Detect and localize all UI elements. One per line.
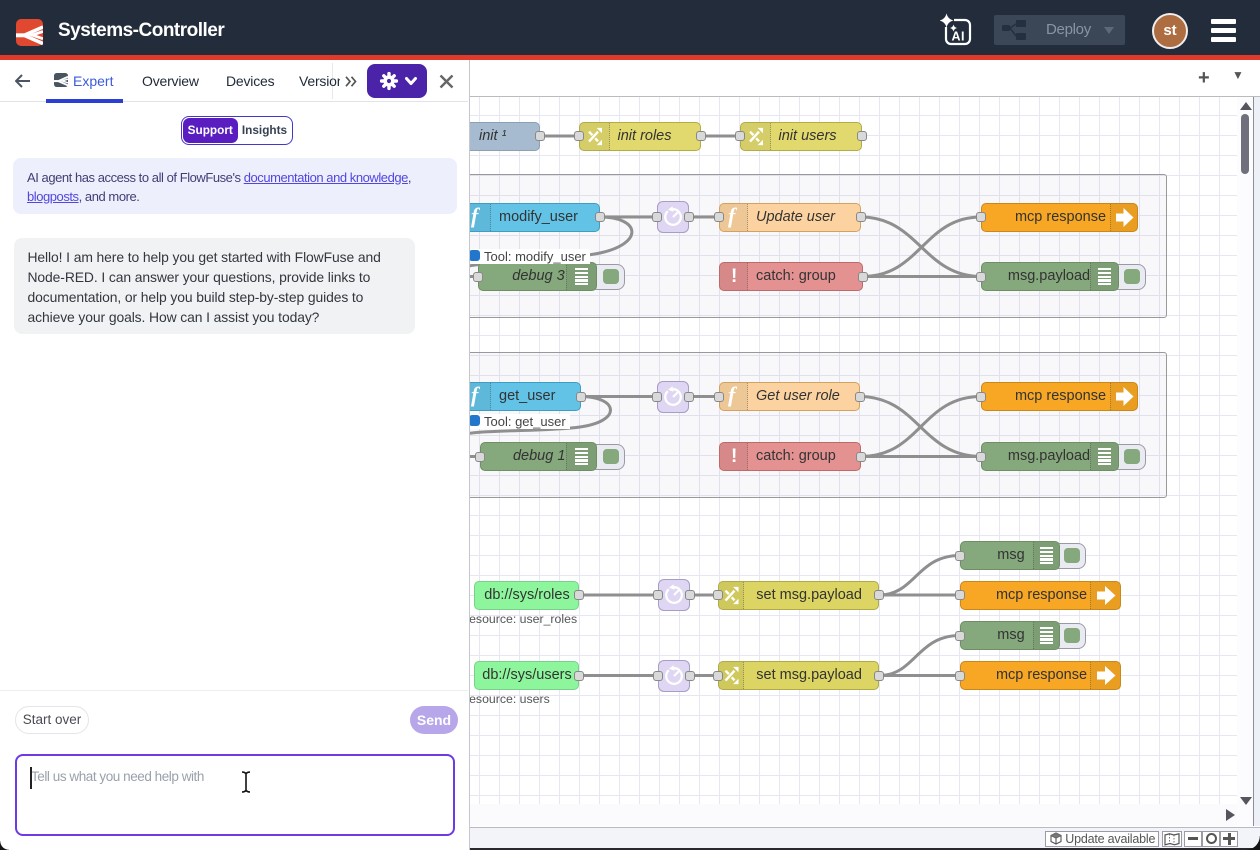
svg-text:AI: AI <box>952 30 966 44</box>
